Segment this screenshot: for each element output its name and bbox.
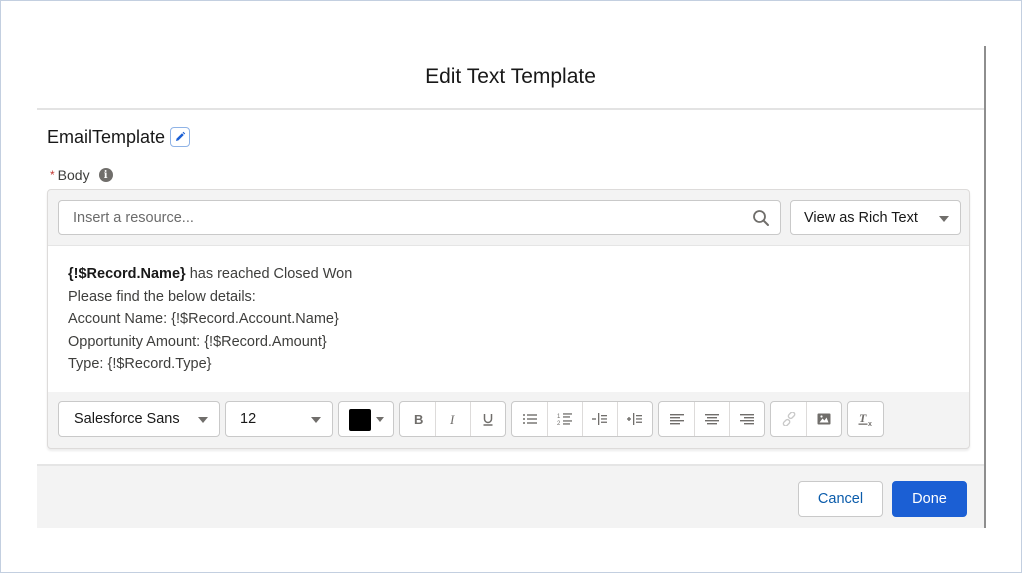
content-line: Account Name: {!$Record.Account.Name} xyxy=(68,311,339,327)
text-color-select[interactable] xyxy=(338,401,394,437)
info-icon[interactable]: i xyxy=(98,168,113,182)
search-icon[interactable] xyxy=(752,209,770,227)
bold-icon: B xyxy=(414,412,423,426)
font-family-select[interactable]: Salesforce Sans xyxy=(58,401,220,437)
modal-footer: Cancel Done xyxy=(37,464,984,528)
template-name: EmailTemplate xyxy=(47,126,166,147)
content-line: Please find the below details: xyxy=(68,288,256,305)
resource-search-input[interactable] xyxy=(59,201,753,234)
indent-button[interactable] xyxy=(582,402,617,436)
underline-icon xyxy=(483,414,493,426)
numbered-list-icon: 12 xyxy=(557,413,572,426)
body-label: * Body i xyxy=(50,167,113,183)
resource-search xyxy=(58,200,781,235)
alignment-group xyxy=(658,401,765,437)
chevron-down-icon xyxy=(939,216,949,222)
modal-title: Edit Text Template xyxy=(425,65,596,88)
content-line: Opportunity Amount: {!$Record.Amount} xyxy=(68,333,327,350)
font-family-value: Salesforce Sans xyxy=(74,411,180,427)
font-size-select[interactable]: 12 xyxy=(225,401,333,437)
insert-group xyxy=(770,401,842,437)
cancel-button[interactable]: Cancel xyxy=(798,481,883,517)
outdent-icon xyxy=(627,413,642,425)
clear-formatting-icon: T x xyxy=(858,411,872,427)
svg-text:2: 2 xyxy=(557,421,561,426)
svg-text:B: B xyxy=(414,412,423,426)
chevron-down-icon xyxy=(311,417,321,423)
align-center-button[interactable] xyxy=(694,402,729,436)
chevron-down-icon xyxy=(198,417,208,423)
underline-button[interactable] xyxy=(470,402,505,436)
image-icon xyxy=(817,413,831,425)
link-icon xyxy=(782,412,795,426)
numbered-list-button[interactable]: 12 xyxy=(547,402,582,436)
text-format-group: B I xyxy=(399,401,506,437)
align-right-button[interactable] xyxy=(729,402,764,436)
bulleted-list-icon xyxy=(522,414,537,424)
required-marker: * xyxy=(50,168,55,182)
modal-header: Edit Text Template xyxy=(37,48,984,110)
pencil-icon xyxy=(176,131,186,141)
chevron-down-icon xyxy=(376,417,384,422)
record-name-merge-field: {!$Record.Name} xyxy=(68,266,186,282)
rich-text-editor: View as Rich Text {!$Record.Name} has re… xyxy=(47,189,970,449)
view-mode-select[interactable]: View as Rich Text xyxy=(790,200,961,235)
edit-name-button[interactable] xyxy=(170,127,191,147)
body-label-text: Body xyxy=(57,167,90,183)
italic-icon: I xyxy=(449,412,455,426)
align-left-icon xyxy=(669,414,684,425)
italic-button[interactable]: I xyxy=(435,402,470,436)
outdent-button[interactable] xyxy=(617,402,652,436)
svg-text:I: I xyxy=(449,412,455,426)
view-mode-value: View as Rich Text xyxy=(804,209,918,226)
clear-group: T x xyxy=(847,401,884,437)
color-swatch xyxy=(349,409,371,431)
clear-formatting-button[interactable]: T x xyxy=(848,402,883,436)
indent-icon xyxy=(592,413,607,425)
done-button[interactable]: Done xyxy=(892,481,967,517)
svg-text:T: T xyxy=(859,411,867,425)
align-center-icon xyxy=(705,414,719,425)
align-left-button[interactable] xyxy=(659,402,694,436)
svg-text:1: 1 xyxy=(557,414,561,420)
image-button[interactable] xyxy=(806,402,841,436)
template-name-row: EmailTemplate xyxy=(47,124,191,150)
modal-edge xyxy=(984,46,986,528)
font-size-value: 12 xyxy=(240,411,257,427)
svg-text:x: x xyxy=(868,421,872,427)
content-text: has reached Closed Won xyxy=(185,266,353,282)
align-right-icon xyxy=(740,414,754,425)
formatting-toolbar: Salesforce Sans 12 B I 1 2 T x xyxy=(58,401,884,437)
list-group: 12 xyxy=(511,401,653,437)
content-line: {!$Record.Name} has reached Closed Won xyxy=(68,263,969,286)
content-line: Type: {!$Record.Type} xyxy=(68,356,212,372)
link-button[interactable] xyxy=(771,402,806,436)
bold-button[interactable]: B xyxy=(400,402,435,436)
editor-content[interactable]: {!$Record.Name} has reached Closed Won P… xyxy=(48,245,969,392)
bulleted-list-button[interactable] xyxy=(512,402,547,436)
